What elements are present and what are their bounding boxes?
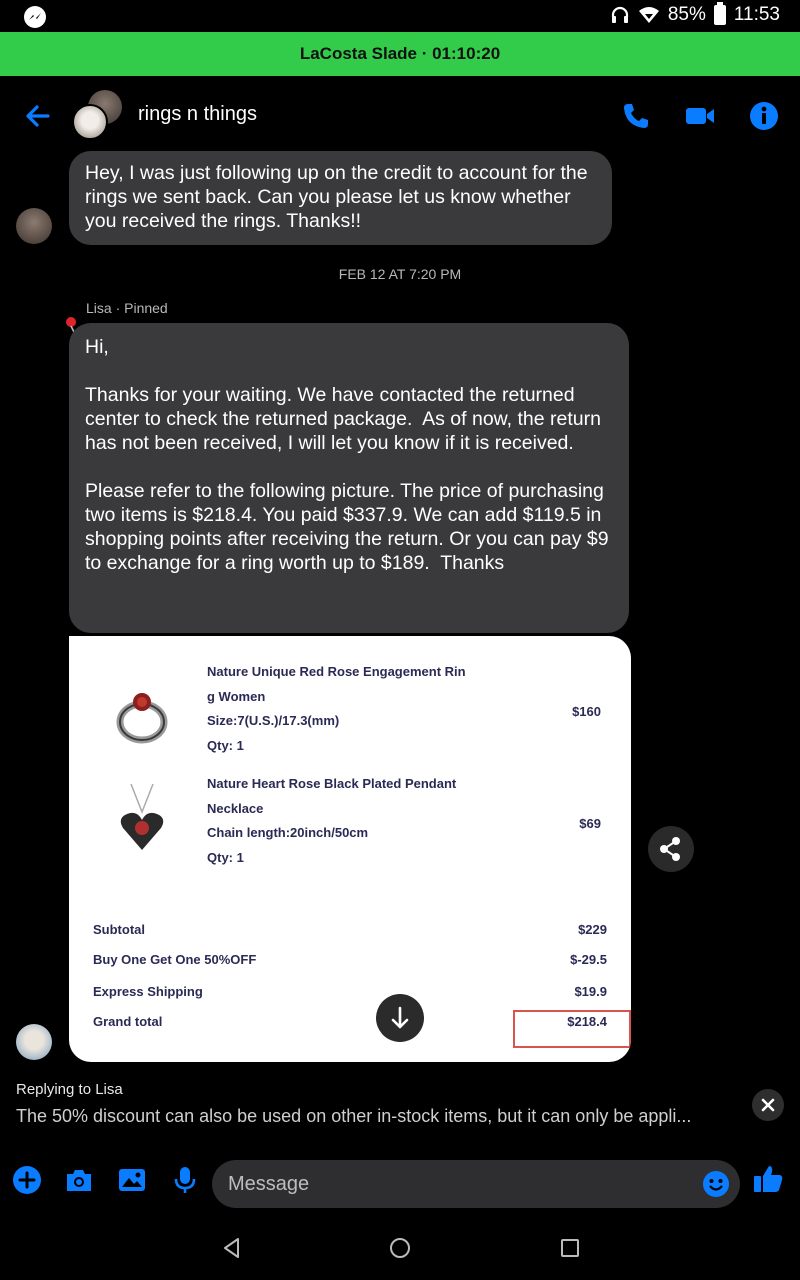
video-icon[interactable] bbox=[684, 100, 716, 132]
plus-icon[interactable] bbox=[12, 1165, 42, 1195]
nav-back-icon[interactable] bbox=[220, 1236, 244, 1260]
reply-preview-text: The 50% discount can also be used on oth… bbox=[16, 1106, 692, 1126]
sender-label: Lisa · Pinned bbox=[86, 300, 168, 316]
share-button[interactable] bbox=[648, 826, 694, 872]
summary-value: $19.9 bbox=[574, 984, 607, 999]
subtotal-row: Subtotal $229 bbox=[93, 922, 607, 950]
shipping-row: Express Shipping $19.9 bbox=[93, 984, 607, 1012]
nav-recents-icon[interactable] bbox=[558, 1236, 582, 1260]
summary-value: $229 bbox=[578, 922, 607, 937]
gallery-icon[interactable] bbox=[117, 1165, 147, 1195]
item-name: Nature Heart Rose Black Plated Pendant bbox=[207, 776, 457, 791]
message-bubble[interactable]: Hey, I was just following up on the cred… bbox=[69, 151, 612, 245]
avatar[interactable] bbox=[16, 1024, 52, 1060]
message-text: Hi, Thanks for your waiting. We have con… bbox=[85, 336, 609, 574]
status-bar: 85% 11:53 bbox=[0, 0, 800, 32]
phone-icon[interactable] bbox=[620, 100, 652, 132]
item-price: $69 bbox=[579, 816, 601, 831]
avatar[interactable] bbox=[16, 208, 52, 244]
close-icon bbox=[761, 1098, 775, 1112]
message-timestamp: FEB 12 AT 7:20 PM bbox=[338, 266, 462, 282]
battery-icon bbox=[713, 2, 726, 25]
ongoing-call-banner[interactable]: LaCosta Slade · 01:10:20 bbox=[0, 32, 800, 76]
messenger-icon bbox=[24, 6, 46, 28]
grand-total-highlight bbox=[513, 1010, 631, 1048]
back-arrow-icon[interactable] bbox=[22, 100, 54, 132]
item-name-cont: g Women bbox=[207, 688, 266, 704]
mic-icon[interactable] bbox=[170, 1165, 200, 1195]
summary-label: Grand total bbox=[93, 1014, 163, 1029]
clock: 11:53 bbox=[733, 4, 780, 25]
replying-to-label: Replying to Lisa bbox=[16, 1081, 123, 1098]
status-indicators: 85% 11:53 bbox=[610, 2, 780, 26]
message-text: Hey, I was just following up on the cred… bbox=[85, 162, 593, 232]
share-icon bbox=[660, 837, 680, 861]
item-details: Nature Heart Rose Black Plated Pendant N… bbox=[207, 772, 456, 870]
item-price: $160 bbox=[572, 704, 601, 719]
message-input[interactable] bbox=[212, 1160, 740, 1208]
item-details: Nature Unique Red Rose Engagement Rin g … bbox=[207, 660, 466, 758]
summary-label: Express Shipping bbox=[93, 984, 203, 999]
wifi-icon bbox=[638, 7, 659, 23]
scroll-down-icon bbox=[391, 1006, 409, 1029]
cancel-reply-button[interactable] bbox=[752, 1089, 784, 1121]
discount-row: Buy One Get One 50%OFF $-29.5 bbox=[93, 952, 607, 980]
conversation-title[interactable]: rings n things bbox=[138, 103, 257, 126]
item-name: Nature Unique Red Rose Engagement Rin bbox=[207, 664, 466, 679]
item-name-cont: Necklace bbox=[207, 800, 264, 816]
summary-label: Subtotal bbox=[93, 922, 145, 937]
pendant-image bbox=[120, 783, 164, 850]
avatar bbox=[72, 104, 108, 140]
message-bubble-pinned[interactable]: Hi, Thanks for your waiting. We have con… bbox=[69, 323, 629, 633]
emoji-icon[interactable] bbox=[702, 1170, 730, 1198]
item-qty: Qty: 1 bbox=[207, 737, 244, 753]
scroll-down-button[interactable] bbox=[376, 994, 424, 1042]
headphones-icon bbox=[611, 6, 628, 23]
item-qty: Qty: 1 bbox=[207, 849, 244, 865]
conversation-header: rings n things bbox=[0, 76, 800, 156]
ring-image bbox=[116, 693, 168, 744]
item-size: Size:7(U.S.)/17.3(mm) bbox=[207, 713, 340, 728]
nav-home-icon[interactable] bbox=[388, 1236, 412, 1260]
item-chain-length: Chain length:20inch/50cm bbox=[207, 825, 369, 840]
camera-icon[interactable] bbox=[64, 1165, 94, 1195]
battery-percentage: 85% bbox=[667, 4, 706, 25]
android-navigation-bar bbox=[0, 1216, 800, 1280]
summary-value: $-29.5 bbox=[570, 952, 607, 967]
order-image-attachment[interactable]: Nature Unique Red Rose Engagement Rin g … bbox=[69, 636, 631, 1062]
call-banner-text: LaCosta Slade · 01:10:20 bbox=[299, 44, 501, 63]
info-icon[interactable] bbox=[748, 100, 780, 132]
like-icon[interactable] bbox=[752, 1163, 784, 1195]
group-avatar[interactable] bbox=[72, 90, 124, 142]
summary-label: Buy One Get One 50%OFF bbox=[93, 952, 257, 967]
